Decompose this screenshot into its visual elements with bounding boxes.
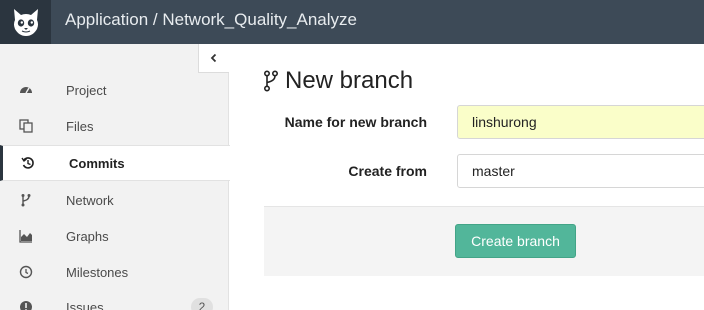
sidebar-item-milestones[interactable]: Milestones	[0, 254, 229, 290]
branch-name-label: Name for new branch	[284, 114, 427, 130]
create-from-label: Create from	[348, 163, 427, 179]
sidebar-item-label: Graphs	[66, 228, 109, 244]
sidebar-item-commits[interactable]: Commits	[0, 145, 230, 181]
sidebar-item-issues[interactable]: Issues 2	[0, 289, 229, 310]
sidebar-item-graphs[interactable]: Graphs	[0, 218, 229, 254]
sidebar-item-label: Commits	[69, 155, 125, 171]
sidebar-item-network[interactable]: Network	[0, 182, 229, 218]
gitlab-cat-logo-icon	[13, 9, 38, 36]
page-title-text: New branch	[285, 67, 414, 94]
issues-count-badge: 2	[191, 298, 213, 310]
code-fork-icon	[18, 192, 34, 208]
dashboard-icon	[18, 82, 34, 98]
breadcrumb-title[interactable]: Application / Network_Quality_Analyze	[65, 0, 357, 44]
create-from-input[interactable]	[457, 154, 704, 188]
sidebar-item-files[interactable]: Files	[0, 108, 229, 144]
sidebar-item-label: Issues	[66, 299, 104, 310]
history-icon	[20, 155, 36, 171]
sidebar-item-project[interactable]: Project	[0, 72, 229, 108]
create-branch-button[interactable]: Create branch	[455, 224, 576, 258]
collapse-sidebar-button[interactable]	[198, 44, 229, 73]
sidebar-item-label: Milestones	[66, 264, 129, 280]
chevron-left-icon	[210, 53, 217, 63]
sidebar: Project Files Commits Network Graphs Mil…	[0, 44, 230, 310]
clock-icon	[18, 264, 34, 280]
branch-name-input[interactable]	[457, 105, 704, 139]
sidebar-item-label: Project	[66, 82, 107, 98]
sidebar-item-label: Network	[66, 192, 114, 208]
page-title: New branch	[263, 64, 413, 98]
logo[interactable]	[0, 0, 51, 44]
files-icon	[18, 118, 34, 134]
area-chart-icon	[18, 228, 34, 244]
top-header: Application / Network_Quality_Analyze	[0, 0, 704, 44]
exclamation-circle-icon	[18, 299, 34, 310]
code-fork-icon	[263, 70, 279, 92]
sidebar-item-label: Files	[66, 118, 94, 134]
